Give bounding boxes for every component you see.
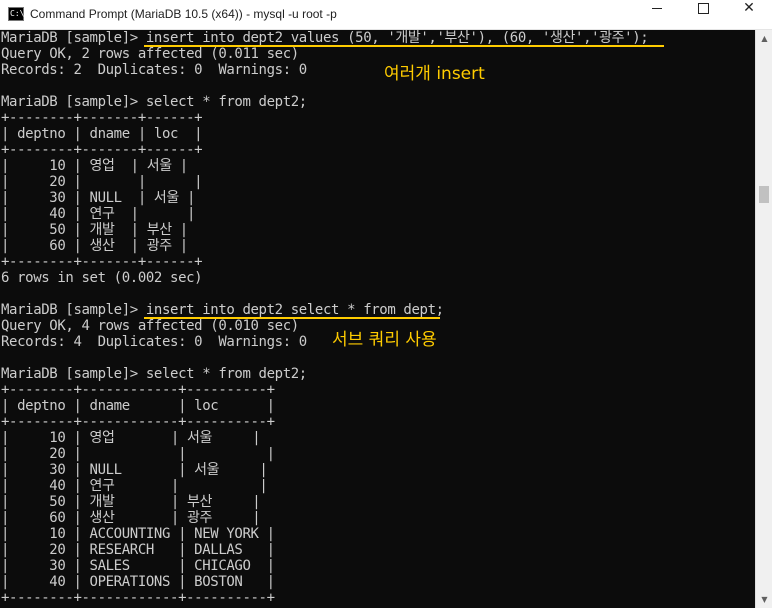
console-line: Query OK, 4 rows affected (0.010 sec) bbox=[1, 318, 299, 334]
console-line: +--------+------------+----------+ bbox=[1, 414, 275, 430]
console-line: | 30 | NULL | 서울 | bbox=[1, 190, 196, 206]
console-line: +--------+-------+------+ bbox=[1, 110, 203, 126]
console-line: | 10 | 영업 | 서울 | bbox=[1, 430, 261, 446]
minimize-button[interactable] bbox=[634, 0, 680, 29]
highlight-underline-subquery bbox=[144, 317, 440, 319]
minimize-icon bbox=[652, 7, 662, 9]
console-line: +--------+------------+----------+ bbox=[1, 590, 275, 606]
maximize-icon bbox=[697, 2, 709, 14]
console-line: | 40 | OPERATIONS | BOSTON | bbox=[1, 574, 275, 590]
console-line: | 30 | NULL | 서울 | bbox=[1, 462, 268, 478]
vertical-scrollbar[interactable]: ▲ ▼ bbox=[755, 30, 772, 608]
console-line: | 10 | ACCOUNTING | NEW YORK | bbox=[1, 526, 275, 542]
console-line: +--------+------------+----------+ bbox=[1, 382, 275, 398]
title-bar[interactable]: C:\ Command Prompt (MariaDB 10.5 (x64)) … bbox=[0, 0, 772, 30]
console-line: | deptno | dname | loc | bbox=[1, 398, 275, 414]
console-line: MariaDB [sample]> insert into dept2 valu… bbox=[1, 30, 649, 46]
console-line: | 10 | 영업 | 서울 | bbox=[1, 158, 188, 174]
console-line: | 60 | 생산 | 광주 | bbox=[1, 238, 188, 254]
console-line: 6 rows in set (0.002 sec) bbox=[1, 270, 203, 286]
console-output[interactable]: MariaDB [sample]> insert into dept2 valu… bbox=[0, 30, 755, 608]
console-line: | 40 | 연구 | | bbox=[1, 478, 268, 494]
scroll-thumb[interactable] bbox=[759, 186, 769, 203]
console-line: Query OK, 2 rows affected (0.011 sec) bbox=[1, 46, 299, 62]
command-prompt-window: C:\ Command Prompt (MariaDB 10.5 (x64)) … bbox=[0, 0, 772, 608]
console-line: | 60 | 생산 | 광주 | bbox=[1, 510, 261, 526]
close-icon: ✕ bbox=[743, 0, 755, 16]
close-button[interactable]: ✕ bbox=[726, 0, 772, 29]
window-title: Command Prompt (MariaDB 10.5 (x64)) - my… bbox=[30, 7, 337, 21]
console-line: MariaDB [sample]> select * from dept2; bbox=[1, 366, 307, 382]
scroll-up-arrow-icon[interactable]: ▲ bbox=[756, 30, 772, 47]
console-line: +--------+-------+------+ bbox=[1, 254, 203, 270]
console-line: | 20 | RESEARCH | DALLAS | bbox=[1, 542, 275, 558]
console-line: +--------+-------+------+ bbox=[1, 142, 203, 158]
console-line: Records: 4 Duplicates: 0 Warnings: 0 bbox=[1, 334, 307, 350]
maximize-button[interactable] bbox=[680, 0, 726, 29]
annotation-multi-insert: 여러개 insert bbox=[384, 64, 485, 84]
console-line: | deptno | dname | loc | bbox=[1, 126, 203, 142]
annotation-subquery: 서브 쿼리 사용 bbox=[332, 330, 437, 350]
console-line: MariaDB [sample]> select * from dept2; bbox=[1, 94, 307, 110]
console-line: | 20 | | | bbox=[1, 446, 275, 462]
console-line: MariaDB [sample]> insert into dept2 sele… bbox=[1, 302, 444, 318]
highlight-underline-multi-insert bbox=[144, 45, 664, 47]
console-line: Records: 2 Duplicates: 0 Warnings: 0 bbox=[1, 62, 307, 78]
console-line: | 50 | 개발 | 부산 | bbox=[1, 494, 261, 510]
scroll-down-arrow-icon[interactable]: ▼ bbox=[756, 591, 772, 608]
console-line: | 50 | 개발 | 부산 | bbox=[1, 222, 188, 238]
console-line: | 20 | | | bbox=[1, 174, 203, 190]
command-prompt-icon: C:\ bbox=[8, 7, 24, 21]
console-line: | 30 | SALES | CHICAGO | bbox=[1, 558, 275, 574]
console-line: | 40 | 연구 | | bbox=[1, 206, 196, 222]
